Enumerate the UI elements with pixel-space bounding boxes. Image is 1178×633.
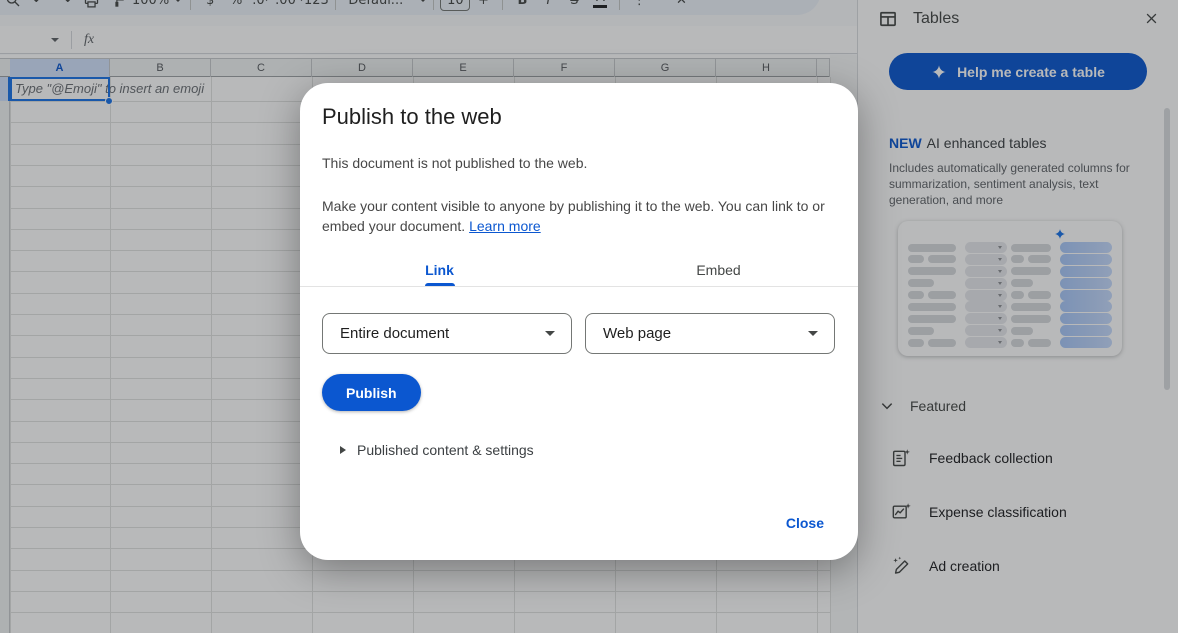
active-tab-indicator: [425, 283, 455, 286]
publish-tabs: Link Embed: [300, 253, 858, 287]
chevron-down-icon: [808, 331, 818, 336]
learn-more-link[interactable]: Learn more: [469, 218, 541, 234]
chevron-down-icon: [545, 331, 555, 336]
publish-dialog: Publish to the web This document is not …: [300, 83, 858, 560]
dialog-close-button[interactable]: Close: [786, 515, 824, 531]
format-select[interactable]: Web page: [585, 313, 835, 354]
dialog-title: Publish to the web: [322, 103, 835, 131]
publish-status-text: This document is not published to the we…: [322, 155, 835, 171]
publish-body-text: Make your content visible to anyone by p…: [322, 196, 827, 236]
chevron-right-icon: [340, 446, 346, 454]
published-content-expander[interactable]: Published content & settings: [340, 442, 835, 458]
tab-link[interactable]: Link: [300, 253, 579, 286]
scope-select[interactable]: Entire document: [322, 313, 572, 354]
publish-button[interactable]: Publish: [322, 374, 421, 411]
publish-options-row: Entire document Web page: [322, 313, 835, 354]
tab-embed[interactable]: Embed: [579, 253, 858, 286]
app-window: ↶ ↷ 100% $ % .0← .00→ 123 Def: [0, 0, 1178, 633]
